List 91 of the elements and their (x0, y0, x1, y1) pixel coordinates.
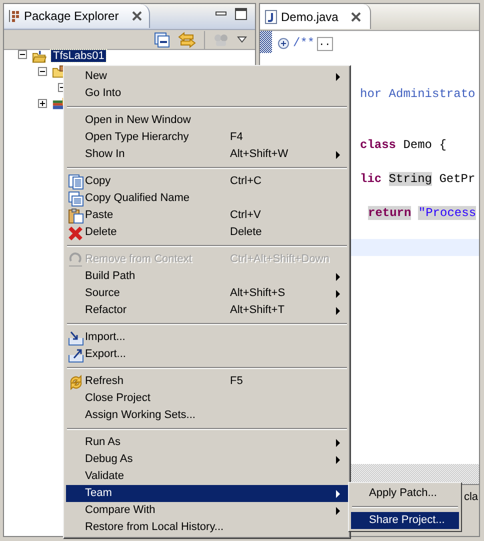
copy-icon (68, 190, 84, 206)
code-token: GetPr (439, 172, 476, 186)
code-token: lic (360, 172, 382, 186)
menu-item-label: Go Into (85, 87, 122, 100)
menu-item-label: Validate (85, 470, 125, 483)
code-token: /** (293, 35, 315, 52)
copy-icon (68, 174, 84, 190)
menu-item-label: Export... (85, 348, 127, 361)
menu-item[interactable]: Team (66, 485, 348, 502)
folded-code-marker[interactable]: .. (316, 36, 333, 50)
menu-item-label: Open Type Hierarchy (85, 131, 190, 144)
menu-item[interactable]: Show In Alt+Shift+W (66, 146, 348, 163)
menu-item[interactable]: Debug As (66, 451, 348, 468)
menu-item-label: Delete (85, 226, 118, 239)
collapse-toggle[interactable] (18, 50, 27, 59)
expand-fold-icon[interactable] (278, 38, 289, 49)
code-token: class (360, 138, 396, 152)
panel-text: cla (464, 490, 479, 505)
menu-item-label: Apply Patch... (369, 487, 438, 500)
menu-item-label: Compare With (85, 504, 156, 517)
menu-item[interactable]: Run As (66, 434, 348, 451)
shortcut-text: Ctrl+V (230, 209, 262, 222)
delete-icon (68, 224, 84, 240)
menu-item-label: Refactor (85, 304, 128, 317)
menu-item[interactable]: Copy Ctrl+C (66, 173, 348, 190)
menu-item-label: Build Path (85, 270, 136, 283)
menu-item-label: Open in New Window (85, 114, 192, 127)
menu-item-label: Paste (85, 209, 114, 222)
tree-item-label[interactable]: TfsLabs01 (51, 50, 106, 62)
code-token: hor Administrato (360, 87, 476, 101)
menu-item[interactable]: Validate (66, 468, 348, 485)
java-file-icon (265, 10, 277, 24)
menu-item-label: Share Project... (369, 514, 446, 527)
menu-item[interactable]: Restore from Local History... (66, 519, 348, 536)
menu-item-label: Import... (85, 331, 126, 344)
menu-item[interactable]: Import... (66, 329, 348, 346)
paste-icon (68, 208, 84, 224)
menu-item-label: Team (85, 487, 113, 500)
menu-item[interactable]: Assign Working Sets... (66, 407, 348, 424)
shortcut-text: Alt+Shift+W (230, 148, 290, 161)
menu-item[interactable]: Go Into (66, 85, 348, 102)
menu-item-label: Assign Working Sets... (85, 409, 196, 422)
menu-item[interactable]: Compare With (66, 502, 348, 519)
shortcut-text: F5 (230, 375, 244, 388)
shortcut-text: Delete (230, 226, 263, 239)
menu-item-label: Debug As (85, 453, 134, 466)
menu-item[interactable]: Close Project (66, 390, 348, 407)
menu-item[interactable]: Export... (66, 346, 348, 363)
collapse-toggle[interactable] (38, 66, 47, 76)
shortcut-text: Alt+Shift+T (230, 304, 286, 317)
shortcut-text: Alt+Shift+S (230, 287, 286, 300)
overview-ruler (260, 31, 272, 53)
menu-item-label: Refresh (85, 375, 125, 388)
close-icon[interactable] (130, 10, 143, 22)
menu-item-label: New (85, 70, 108, 83)
menu-item-label: Close Project (85, 392, 152, 405)
menu-item[interactable]: Delete Delete (66, 224, 348, 241)
project-folder-icon (31, 50, 47, 63)
package-explorer-icon (8, 10, 20, 22)
menu-item-label: Copy (85, 175, 112, 188)
maximize-icon[interactable] (235, 8, 247, 20)
menu-item-label: Restore from Local History... (85, 521, 225, 534)
view-menu-icon[interactable] (237, 36, 247, 44)
menu-item-label: Show In (85, 148, 126, 161)
menu-item[interactable]: Open Type Hierarchy F4 (66, 129, 348, 146)
menu-item-label: Copy Qualified Name (85, 192, 191, 205)
menu-item-label: Source (85, 287, 121, 300)
shortcut-text: F4 (230, 131, 244, 144)
shortcut-text: Ctrl+C (230, 175, 262, 188)
menu-item[interactable]: Share Project... (351, 512, 459, 529)
refresh-icon (68, 374, 84, 390)
menu-item[interactable]: Open in New Window (66, 112, 348, 129)
collapse-all-icon[interactable] (154, 32, 170, 48)
remove-icon (68, 252, 84, 268)
code-token: return (368, 206, 412, 220)
export-icon (68, 346, 84, 362)
import-icon (68, 330, 84, 346)
menu-item[interactable]: Refactor Alt+Shift+T (66, 302, 348, 319)
menu-item[interactable]: Apply Patch... (351, 485, 459, 502)
code-token: "Process (418, 206, 476, 220)
menu-item[interactable]: New (66, 68, 348, 85)
close-icon[interactable] (350, 10, 362, 22)
code-token: Demo { (403, 138, 446, 152)
menu-item[interactable]: Copy Qualified Name (66, 190, 348, 207)
menu-item-label: Run As (85, 436, 122, 449)
code-token: String (388, 172, 432, 186)
menu-item[interactable]: Paste Ctrl+V (66, 207, 348, 224)
menu-item[interactable]: Build Path (66, 268, 348, 285)
menu-item[interactable]: Refresh F5 (66, 373, 348, 390)
menu-item[interactable]: Source Alt+Shift+S (66, 285, 348, 302)
expand-toggle[interactable] (38, 98, 47, 108)
